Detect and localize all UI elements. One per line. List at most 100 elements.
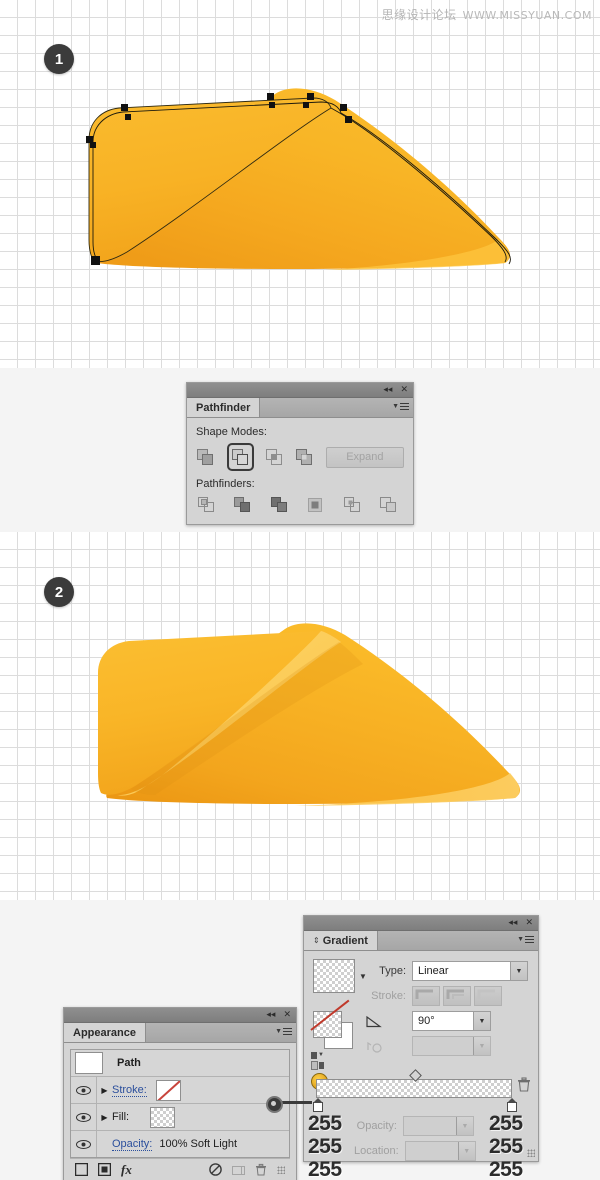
disclosure-triangle-icon[interactable]: ▶ <box>97 1086 112 1095</box>
stroke-along-icon[interactable] <box>443 986 471 1006</box>
expand-button[interactable]: Expand <box>325 446 405 468</box>
appearance-row-opacity-label[interactable]: Opacity: <box>112 1138 153 1151</box>
shape-mode-unite[interactable] <box>196 447 216 468</box>
stroke-gradient-buttons[interactable] <box>412 986 502 1006</box>
gradient-slider-bar[interactable] <box>313 1069 517 1112</box>
tab-gradient-label: Gradient <box>322 934 368 947</box>
chevron-down-icon[interactable]: ▼ <box>456 1117 473 1135</box>
stop-color-box <box>507 1102 517 1112</box>
pathfinder-titlebar[interactable]: ◂◂ ✕ <box>187 383 413 398</box>
delete-item-icon[interactable] <box>255 1163 267 1176</box>
panel-menu-icon[interactable]: ▼ <box>275 1026 292 1037</box>
pathfinder-trim[interactable] <box>232 495 254 516</box>
duplicate-item-icon[interactable] <box>232 1163 245 1176</box>
resize-grip-icon[interactable] <box>277 1165 285 1174</box>
hamburger-icon <box>283 1026 292 1037</box>
chevron-down-icon[interactable]: ▼ <box>457 1142 475 1160</box>
angle-input[interactable]: 90° ▼ <box>412 1011 491 1031</box>
add-new-fill-icon[interactable] <box>75 1163 88 1176</box>
pathfinders-label: Pathfinders: <box>196 478 255 490</box>
collapse-icon[interactable]: ◂◂ <box>383 385 392 395</box>
resize-grip-icon[interactable] <box>527 1149 535 1157</box>
close-icon[interactable]: ✕ <box>283 1010 291 1020</box>
linear-gradient-mini-icon[interactable]: ▼ <box>311 1051 324 1059</box>
panel-menu-icon[interactable]: ▼ <box>392 401 409 412</box>
type-select[interactable]: Linear ▼ <box>412 961 528 981</box>
right-stop-b-value: 255 <box>489 1158 523 1180</box>
chevron-down-icon[interactable]: ▼ <box>473 1012 490 1030</box>
gradient-type-mini-icons[interactable]: ▼ <box>311 1051 324 1070</box>
collapse-icon[interactable]: ◂◂ <box>266 1010 275 1020</box>
appearance-panel[interactable]: ◂◂ ✕ Appearance ▼ Path ▶ Stroke: ▶ Fill:… <box>63 1007 297 1180</box>
chevron-down-icon[interactable]: ▼ <box>473 1037 490 1055</box>
tab-gradient[interactable]: ⇕ Gradient <box>304 931 378 950</box>
appearance-row-path-label: Path <box>117 1057 141 1069</box>
pathfinder-crop[interactable] <box>305 495 327 516</box>
clear-appearance-icon[interactable] <box>209 1163 222 1176</box>
watermark: 思缘设计论坛 WWW.MISSYUAN.COM <box>382 6 592 23</box>
close-icon[interactable]: ✕ <box>400 385 408 395</box>
gradient-titlebar[interactable]: ◂◂ ✕ <box>304 916 538 931</box>
pathfinder-tabrow[interactable]: Pathfinder ▼ <box>187 398 413 418</box>
appearance-titlebar[interactable]: ◂◂ ✕ <box>64 1008 296 1023</box>
gradient-midpoint-marker[interactable] <box>409 1069 422 1082</box>
panel-menu-icon[interactable]: ▼ <box>517 934 534 945</box>
aspect-ratio-icon <box>366 1040 406 1053</box>
shape-mode-intersect[interactable] <box>265 447 285 468</box>
appearance-row-stroke[interactable]: ▶ Stroke: <box>71 1077 289 1104</box>
pathfinder-divide[interactable] <box>196 495 218 516</box>
visibility-eye-icon[interactable] <box>71 1077 97 1103</box>
tab-appearance-label: Appearance <box>73 1026 136 1039</box>
tab-pathfinder[interactable]: Pathfinder <box>187 398 261 417</box>
appearance-row-opacity[interactable]: Opacity: 100% Soft Light <box>71 1131 289 1157</box>
pathfinder-minus-back[interactable] <box>378 495 400 516</box>
chevron-down-icon[interactable]: ▼ <box>510 962 527 980</box>
gradient-tab-arrows-icon: ⇕ <box>313 936 320 945</box>
stroke-within-icon[interactable] <box>412 986 440 1006</box>
tab-appearance[interactable]: Appearance <box>64 1023 146 1042</box>
shape-mode-minus-front[interactable] <box>226 443 254 471</box>
gradient-preview-swatch[interactable] <box>313 959 355 993</box>
close-icon[interactable]: ✕ <box>525 918 533 928</box>
appearance-row-fill[interactable]: ▶ Fill: <box>71 1104 289 1131</box>
tutorial-screenshot: 思缘设计论坛 WWW.MISSYUAN.COM 1 ◂◂ ✕ Pathfinde… <box>0 0 600 1180</box>
appearance-row-stroke-label[interactable]: Stroke: <box>112 1084 147 1097</box>
appearance-row-fill-label[interactable]: Fill: <box>112 1111 129 1123</box>
add-new-effect-icon[interactable]: fx <box>121 1162 132 1178</box>
gradient-stop-right[interactable] <box>507 1098 517 1112</box>
fill-swatch-gradient[interactable] <box>150 1106 176 1128</box>
stroke-swatch-none[interactable] <box>155 1079 181 1101</box>
left-stop-r-value: 255 <box>308 1112 342 1135</box>
path-thumbnail <box>75 1052 103 1074</box>
fill-stroke-indicator[interactable] <box>310 999 357 1053</box>
appearance-tabrow[interactable]: Appearance ▼ <box>64 1023 296 1043</box>
appearance-row-path[interactable]: Path <box>71 1050 289 1077</box>
shape-mode-exclude[interactable] <box>295 447 315 468</box>
opacity-input[interactable]: ▼ <box>403 1116 474 1136</box>
angle-value: 90° <box>418 1015 435 1027</box>
stroke-across-icon[interactable] <box>474 986 502 1006</box>
gradient-stop-left[interactable] <box>313 1098 323 1112</box>
pathfinder-outline[interactable] <box>342 495 364 516</box>
illustration-step-2 <box>95 615 525 810</box>
gradient-tabrow[interactable]: ⇕ Gradient ▼ <box>304 931 538 951</box>
appearance-row-opacity-value: 100% Soft Light <box>159 1138 238 1150</box>
stop-color-box <box>313 1102 323 1112</box>
visibility-eye-icon[interactable] <box>71 1131 97 1157</box>
pathfinder-panel[interactable]: ◂◂ ✕ Pathfinder ▼ Shape Modes: Expand Pa… <box>186 382 414 525</box>
left-stop-b-value: 255 <box>308 1158 342 1180</box>
visibility-eye-icon[interactable] <box>71 1104 97 1130</box>
callout-connector-dot <box>266 1096 283 1113</box>
radial-gradient-mini-icon[interactable] <box>311 1060 324 1070</box>
gradient-preview-row[interactable]: ▼ <box>313 959 367 993</box>
aspect-ratio-input[interactable]: ▼ <box>412 1036 491 1056</box>
pathfinder-merge[interactable] <box>269 495 291 516</box>
delete-stop-icon[interactable] <box>517 1077 531 1092</box>
collapse-icon[interactable]: ◂◂ <box>508 918 517 928</box>
location-input[interactable]: ▼ <box>404 1141 476 1161</box>
disclosure-triangle-icon[interactable]: ▶ <box>97 1113 112 1122</box>
angle-icon <box>366 1015 406 1028</box>
illustration-step-1 <box>85 80 515 275</box>
pathfinder-body: Shape Modes: Expand Pathfinders: <box>187 418 413 524</box>
add-new-stroke-icon[interactable] <box>98 1163 111 1176</box>
